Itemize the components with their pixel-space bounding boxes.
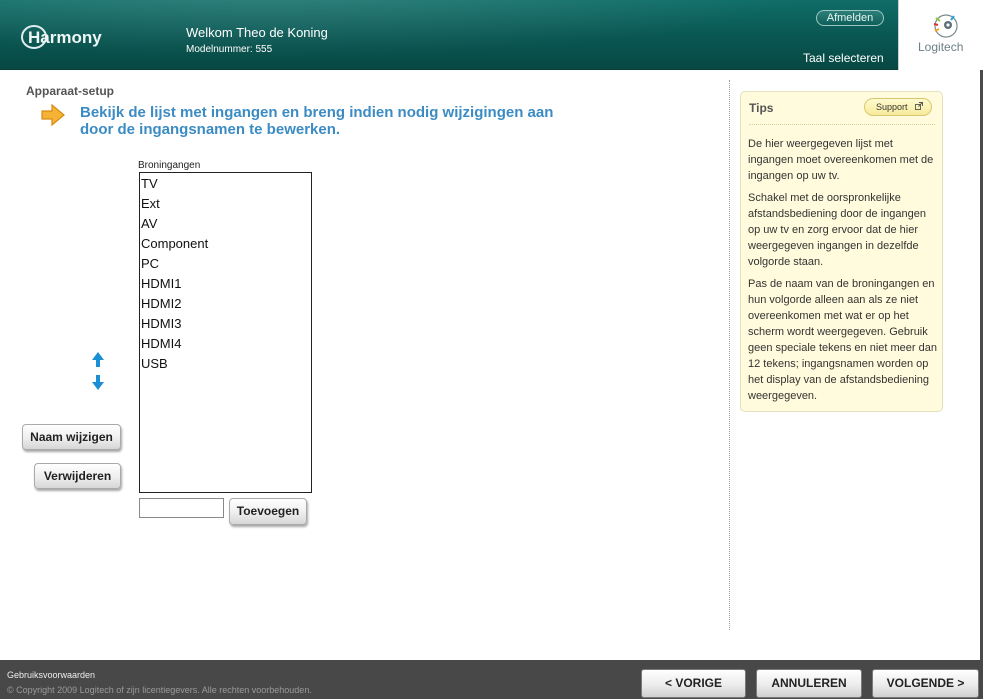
tips-paragraph: Pas de naam van de broningangen en hun v… xyxy=(748,278,937,402)
list-item[interactable]: Ext xyxy=(141,194,311,214)
vertical-divider xyxy=(729,80,730,630)
language-select-link[interactable]: Taal selecteren xyxy=(803,51,884,65)
header-bar: Harmony Welkom Theo de Koning Modelnumme… xyxy=(0,0,983,70)
rename-button[interactable]: Naam wijzigen xyxy=(22,424,121,450)
harmony-logo-text: Harmony xyxy=(28,28,102,47)
footer-bar: Gebruiksvoorwaarden © Copyright 2009 Log… xyxy=(0,660,983,699)
copyright-text: © Copyright 2009 Logitech of zijn licent… xyxy=(7,685,312,695)
model-number: Modelnummer: 555 xyxy=(186,44,273,55)
list-item[interactable]: Component xyxy=(141,234,311,254)
logitech-eye-icon xyxy=(933,14,958,38)
list-item[interactable]: HDMI2 xyxy=(141,294,311,314)
logitech-logo: Logitech xyxy=(898,0,983,70)
previous-button[interactable]: < VORIGE xyxy=(641,669,746,698)
main-panel: Apparaat-setup Bekijk de lijst met ingan… xyxy=(0,70,980,660)
move-up-down-icon[interactable] xyxy=(91,351,105,391)
arrow-right-icon xyxy=(41,104,65,126)
next-button[interactable]: VOLGENDE > xyxy=(872,669,979,698)
input-list-label: Broningangen xyxy=(138,160,201,171)
tips-panel: Tips Support De hier weergegeven lijst m… xyxy=(740,91,943,412)
list-item[interactable]: PC xyxy=(141,254,311,274)
tips-paragraph: Schakel met de oorspronkelijke afstandsb… xyxy=(748,192,926,268)
tips-paragraph: De hier weergegeven lijst met ingangen m… xyxy=(748,138,934,182)
input-list[interactable]: TV Ext AV Component PC HDMI1 HDMI2 HDMI3… xyxy=(139,172,312,493)
support-button[interactable]: Support xyxy=(864,98,932,116)
list-item[interactable]: HDMI3 xyxy=(141,314,311,334)
external-link-icon xyxy=(915,102,923,110)
list-item[interactable]: USB xyxy=(141,354,311,374)
list-item[interactable]: AV xyxy=(141,214,311,234)
terms-link[interactable]: Gebruiksvoorwaarden xyxy=(7,670,95,680)
support-label: Support xyxy=(876,102,908,112)
add-button[interactable]: Toevoegen xyxy=(229,498,307,525)
list-item[interactable]: HDMI1 xyxy=(141,274,311,294)
tips-title: Tips xyxy=(749,101,774,115)
app-window: Harmony Welkom Theo de Koning Modelnumme… xyxy=(0,0,983,699)
tips-body: De hier weergegeven lijst met ingangen m… xyxy=(748,136,940,410)
instruction-text: Bekijk de lijst met ingangen en breng in… xyxy=(80,104,554,138)
logout-button[interactable]: Afmelden xyxy=(816,10,884,26)
remove-button[interactable]: Verwijderen xyxy=(34,463,121,489)
new-input-field[interactable] xyxy=(139,498,224,518)
list-item[interactable]: TV xyxy=(141,174,311,194)
tips-separator xyxy=(749,124,935,125)
harmony-logo: Harmony xyxy=(21,25,102,49)
cancel-button[interactable]: ANNULEREN xyxy=(756,669,862,698)
welcome-text: Welkom Theo de Koning xyxy=(186,25,328,40)
section-title: Apparaat-setup xyxy=(26,84,115,98)
logitech-wordmark: Logitech xyxy=(918,40,964,54)
list-item[interactable]: HDMI4 xyxy=(141,334,311,354)
